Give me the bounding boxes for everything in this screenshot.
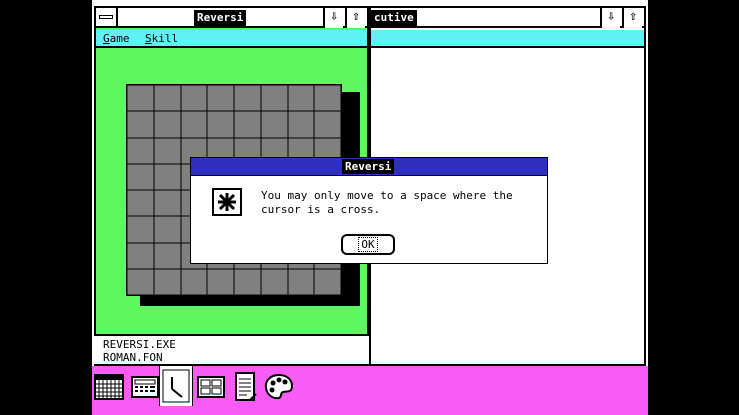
dialog-message-line2: cursor is a cross. bbox=[261, 203, 381, 216]
file-item[interactable]: REVERSI.EXE bbox=[103, 338, 176, 351]
menu-skill[interactable]: Skill bbox=[145, 31, 178, 46]
minimize-arrow-icon[interactable]: ⇩ bbox=[323, 8, 343, 28]
clock-icon[interactable] bbox=[159, 366, 193, 406]
reversi-title: Reversi bbox=[194, 10, 247, 26]
calendar-icon[interactable] bbox=[92, 372, 126, 402]
dialog-title: Reversi bbox=[342, 159, 395, 174]
menu-game[interactable]: Game bbox=[103, 31, 130, 46]
system-menu-icon[interactable] bbox=[96, 8, 118, 28]
notepad-icon[interactable] bbox=[229, 372, 263, 402]
reversi-titlebar[interactable]: Reversi ⇩ ⇧ bbox=[96, 8, 367, 28]
executive-menubar bbox=[371, 30, 644, 48]
paint-icon[interactable] bbox=[262, 372, 296, 402]
ok-button-label: OK bbox=[358, 237, 378, 252]
maximize-arrow-icon[interactable]: ⇧ bbox=[622, 8, 642, 28]
ok-button[interactable]: OK bbox=[341, 234, 395, 255]
file-list: REVERSI.EXE ROMAN.FON bbox=[96, 336, 368, 366]
dialog-titlebar[interactable]: Reversi bbox=[191, 158, 547, 176]
file-item[interactable]: ROMAN.FON bbox=[103, 351, 163, 364]
minimize-arrow-icon[interactable]: ⇩ bbox=[600, 8, 620, 28]
asterisk-icon bbox=[212, 188, 242, 216]
message-dialog: Reversi You may only move to a space whe… bbox=[190, 157, 548, 264]
cardfile-icon[interactable] bbox=[194, 372, 228, 402]
dialog-message-line1: You may only move to a space where the bbox=[261, 189, 513, 202]
executive-title: cutive bbox=[371, 10, 417, 26]
maximize-arrow-icon[interactable]: ⇧ bbox=[345, 8, 365, 28]
desktop-screen: Reversi ⇩ ⇧ Game Skill cutive ⇩ ⇧ REVERS… bbox=[92, 0, 648, 415]
calculator-icon[interactable] bbox=[128, 372, 162, 402]
executive-titlebar[interactable]: cutive ⇩ ⇧ bbox=[371, 8, 644, 28]
reversi-menubar: Game Skill bbox=[96, 30, 367, 48]
